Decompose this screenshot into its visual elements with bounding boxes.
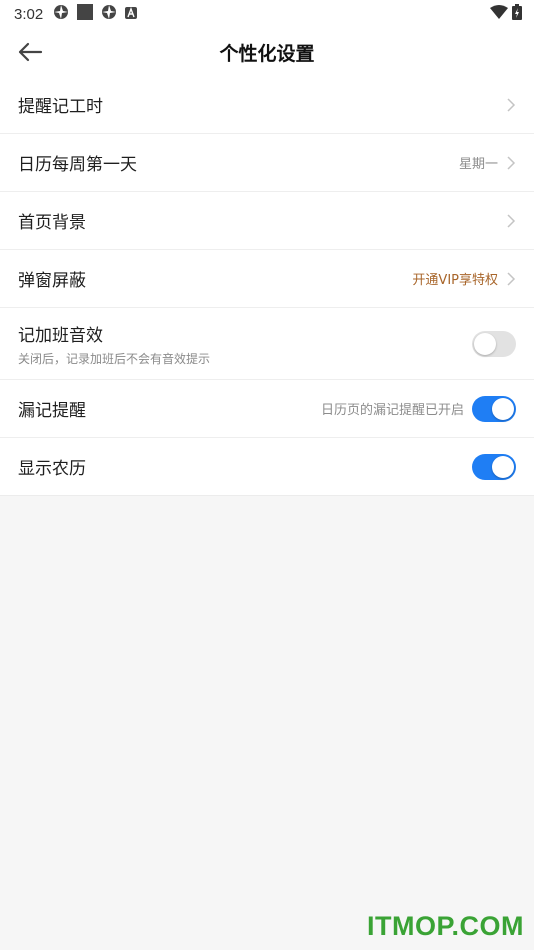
square-icon (77, 4, 94, 24)
setting-reminder[interactable]: 提醒记工时 (0, 76, 534, 134)
chevron-right-icon (507, 271, 516, 286)
setting-description: 关闭后，记录加班后不会有音效提示 (18, 351, 211, 366)
font-a-icon (125, 5, 138, 23)
back-button[interactable] (14, 38, 46, 66)
wifi-icon (490, 5, 508, 23)
battery-icon (512, 4, 522, 24)
setting-label: 显示农历 (18, 459, 86, 479)
setting-missed-reminder: 漏记提醒 日历页的漏记提醒已开启 (0, 380, 534, 438)
setting-value: 星期一 (458, 157, 498, 172)
aperture-icon (101, 4, 117, 24)
vip-promo-text: 开通VIP享特权 (412, 273, 498, 288)
aperture-icon (53, 4, 69, 24)
chevron-right-icon (507, 213, 516, 228)
overtime-sound-toggle[interactable] (472, 330, 516, 357)
setting-label: 首页背景 (18, 213, 86, 233)
setting-popup-block[interactable]: 弹窗屏蔽 开通VIP享特权 (0, 250, 534, 308)
setting-week-start[interactable]: 日历每周第一天 星期一 (0, 134, 534, 192)
setting-lunar: 显示农历 (0, 438, 534, 496)
settings-list: 提醒记工时 日历每周第一天 星期一 首页背景 弹窗屏蔽 开通VIP享特权 记加班… (0, 76, 534, 496)
setting-label: 提醒记工时 (18, 97, 103, 117)
setting-value: 日历页的漏记提醒已开启 (320, 403, 464, 418)
status-time: 3:02 (14, 5, 44, 23)
chevron-right-icon (507, 155, 516, 170)
back-arrow-icon (18, 42, 43, 62)
setting-home-background[interactable]: 首页背景 (0, 192, 534, 250)
setting-label: 日历每周第一天 (18, 155, 137, 175)
setting-label: 记加班音效 (18, 325, 103, 346)
setting-label: 漏记提醒 (18, 401, 86, 421)
header: 个性化设置 (0, 28, 534, 76)
chevron-right-icon (507, 97, 516, 112)
setting-label: 弹窗屏蔽 (18, 271, 86, 291)
lunar-toggle[interactable] (472, 453, 516, 480)
status-bar: 3:02 (0, 0, 534, 28)
watermark-logo: ITMOP.COM (366, 911, 524, 941)
missed-reminder-toggle[interactable] (472, 395, 516, 422)
setting-overtime-sound: 记加班音效 关闭后，记录加班后不会有音效提示 (0, 308, 534, 380)
page-title: 个性化设置 (219, 42, 315, 65)
